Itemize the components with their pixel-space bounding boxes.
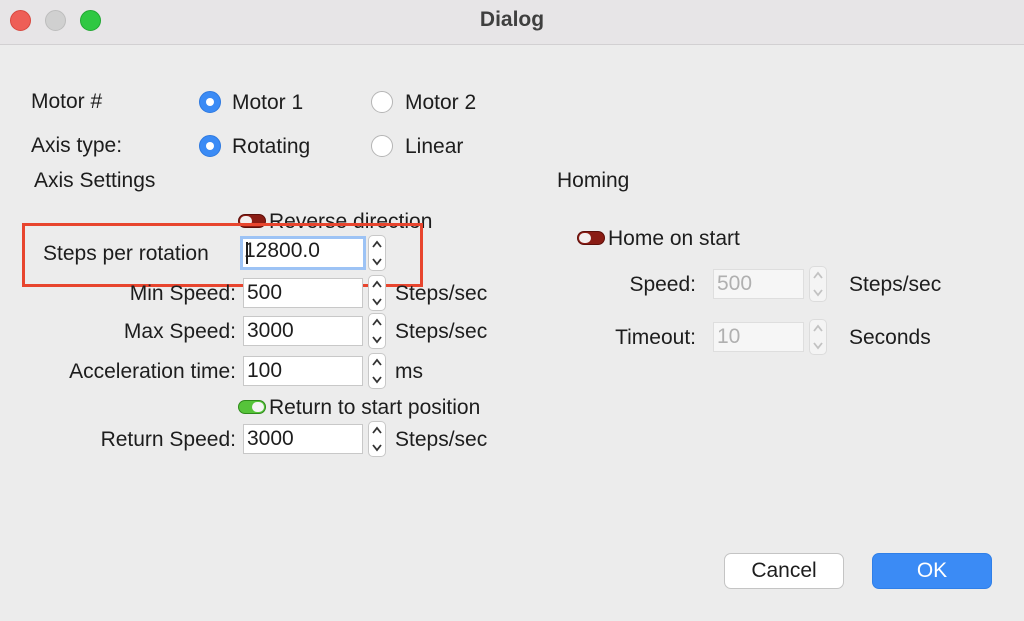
max-speed-stepper[interactable] bbox=[368, 313, 386, 349]
homing-timeout-stepper bbox=[809, 319, 827, 355]
chevron-up-icon[interactable] bbox=[369, 276, 385, 293]
acceleration-time-stepper[interactable] bbox=[368, 353, 386, 389]
chevron-down-icon bbox=[810, 284, 826, 301]
homing-speed-input: 500 bbox=[713, 269, 804, 299]
motor-2-radio[interactable] bbox=[371, 91, 393, 113]
max-speed-input[interactable]: 3000 bbox=[243, 316, 363, 346]
homing-speed-stepper bbox=[809, 266, 827, 302]
ok-button[interactable]: OK bbox=[872, 553, 992, 589]
return-speed-input[interactable]: 3000 bbox=[243, 424, 363, 454]
linear-label[interactable]: Linear bbox=[405, 134, 463, 160]
axis-settings-heading: Axis Settings bbox=[34, 169, 156, 192]
window-title: Dialog bbox=[479, 8, 545, 31]
acceleration-time-input[interactable]: 100 bbox=[243, 356, 363, 386]
chevron-down-icon[interactable] bbox=[369, 439, 385, 456]
homing-speed-unit: Steps/sec bbox=[849, 273, 942, 296]
max-speed-unit: Steps/sec bbox=[395, 320, 488, 343]
return-to-start-toggle[interactable] bbox=[238, 400, 266, 414]
min-speed-label: Min Speed: bbox=[129, 282, 236, 305]
homing-speed-label: Speed: bbox=[629, 273, 696, 296]
home-on-start-toggle[interactable] bbox=[577, 231, 605, 245]
motor-1-label[interactable]: Motor 1 bbox=[232, 90, 303, 116]
cancel-button[interactable]: Cancel bbox=[724, 553, 844, 589]
chevron-up-icon[interactable] bbox=[369, 422, 385, 439]
motor-1-radio[interactable] bbox=[199, 91, 221, 113]
chevron-down-icon[interactable] bbox=[369, 371, 385, 388]
acceleration-time-label: Acceleration time: bbox=[69, 360, 236, 383]
return-speed-stepper[interactable] bbox=[368, 421, 386, 457]
title-bar: Dialog bbox=[0, 0, 1024, 45]
chevron-down-icon bbox=[810, 337, 826, 354]
homing-timeout-unit: Seconds bbox=[849, 326, 931, 349]
min-speed-stepper[interactable] bbox=[368, 275, 386, 311]
homing-heading: Homing bbox=[557, 169, 630, 192]
min-speed-input[interactable]: 500 bbox=[243, 278, 363, 308]
chevron-down-icon[interactable] bbox=[369, 293, 385, 310]
return-speed-unit: Steps/sec bbox=[395, 428, 488, 451]
motor-2-label[interactable]: Motor 2 bbox=[405, 90, 476, 116]
acceleration-time-unit: ms bbox=[395, 360, 423, 383]
rotating-radio[interactable] bbox=[199, 135, 221, 157]
rotating-label[interactable]: Rotating bbox=[232, 134, 310, 160]
home-on-start-label[interactable]: Home on start bbox=[608, 226, 740, 252]
motor-label: Motor # bbox=[31, 90, 103, 113]
min-speed-unit: Steps/sec bbox=[395, 282, 488, 305]
chevron-up-icon bbox=[810, 267, 826, 284]
axis-type-label: Axis type: bbox=[31, 134, 123, 157]
return-to-start-label[interactable]: Return to start position bbox=[269, 395, 480, 421]
chevron-up-icon[interactable] bbox=[369, 354, 385, 371]
linear-radio[interactable] bbox=[371, 135, 393, 157]
homing-timeout-label: Timeout: bbox=[615, 326, 696, 349]
max-speed-label: Max Speed: bbox=[123, 320, 236, 343]
return-speed-label: Return Speed: bbox=[100, 428, 236, 451]
chevron-up-icon[interactable] bbox=[369, 314, 385, 331]
chevron-down-icon[interactable] bbox=[369, 331, 385, 348]
homing-timeout-input: 10 bbox=[713, 322, 804, 352]
chevron-up-icon bbox=[810, 320, 826, 337]
